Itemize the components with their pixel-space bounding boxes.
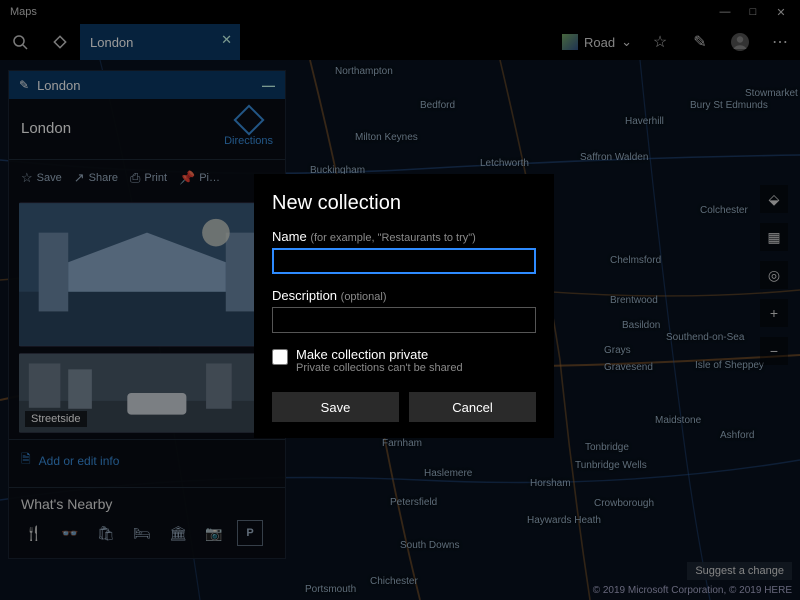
collection-name-input[interactable] [272, 248, 536, 274]
description-field-label: Description (optional) [272, 288, 536, 303]
dialog-save-button[interactable]: Save [272, 392, 399, 422]
dialog-cancel-button[interactable]: Cancel [409, 392, 536, 422]
name-field-label: Name (for example, "Restaurants to try") [272, 229, 536, 244]
private-label: Make collection private [296, 347, 463, 362]
dialog-title: New collection [272, 192, 536, 215]
private-subtext: Private collections can't be shared [296, 362, 463, 374]
new-collection-dialog: New collection Name (for example, "Resta… [254, 174, 554, 438]
make-private-checkbox[interactable] [272, 349, 288, 365]
collection-description-input[interactable] [272, 307, 536, 333]
